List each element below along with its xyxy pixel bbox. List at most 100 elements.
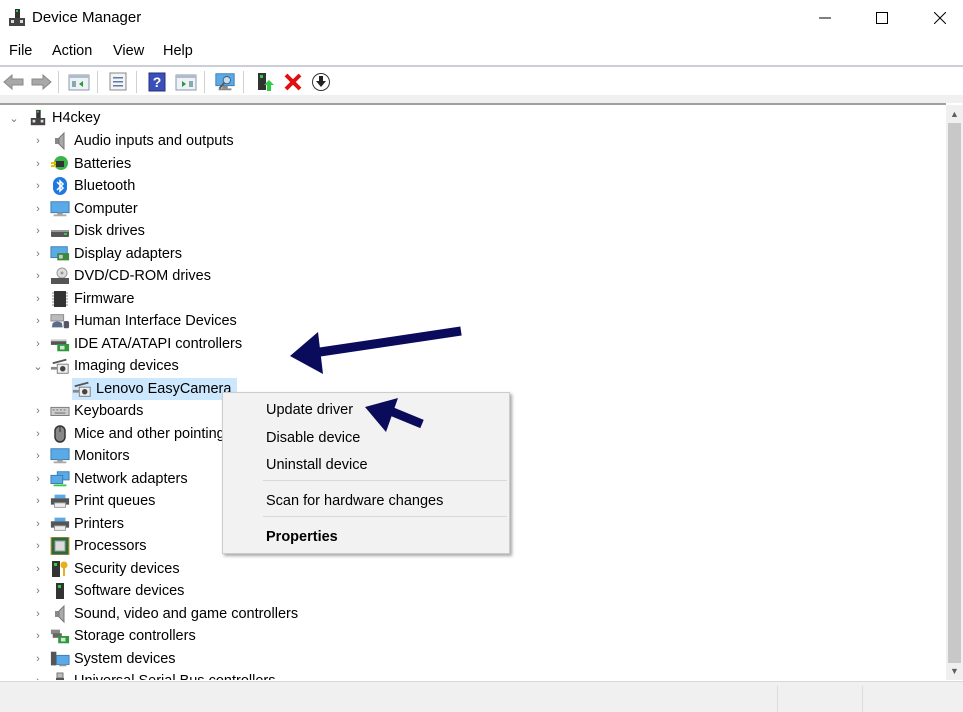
- properties-icon[interactable]: [107, 71, 129, 93]
- tree-category-network-adapters[interactable]: › Network adapters: [32, 468, 188, 490]
- chevron-right-icon[interactable]: ›: [32, 428, 44, 440]
- tree-category-monitors[interactable]: › Monitors: [32, 445, 129, 467]
- tree-category-disk-drives[interactable]: › Disk drives: [32, 220, 145, 242]
- speaker-icon: [50, 132, 70, 150]
- menu-item-disable-device[interactable]: Disable device: [266, 430, 360, 446]
- tree-category-imaging-devices[interactable]: ⌄ Imaging devices: [32, 355, 179, 377]
- chevron-right-icon[interactable]: ›: [32, 608, 44, 620]
- update-driver-icon[interactable]: [254, 71, 276, 93]
- tree-category-label: Computer: [74, 200, 138, 217]
- printer-icon: [50, 515, 70, 533]
- tree-category-keyboards[interactable]: › Keyboards: [32, 400, 143, 422]
- chevron-right-icon[interactable]: ›: [32, 248, 44, 260]
- tree-category-display-adapters[interactable]: › Display adapters: [32, 243, 182, 265]
- tree-category-dvd-cd-rom-drives[interactable]: › DVD/CD-ROM drives: [32, 265, 211, 287]
- menu-action[interactable]: Action: [52, 43, 92, 59]
- scroll-up-arrow[interactable]: ▲: [946, 106, 963, 122]
- chip-icon: [50, 290, 70, 308]
- tree-root[interactable]: ⌄ H4ckey: [8, 107, 100, 129]
- tree-category-software-devices[interactable]: › Software devices: [32, 580, 184, 602]
- tree-category-label: Processors: [74, 538, 147, 554]
- tree-category-firmware[interactable]: › Firmware: [32, 288, 134, 310]
- chevron-right-icon[interactable]: ›: [32, 585, 44, 597]
- tree-device-lenovo-easycamera[interactable]: Lenovo EasyCamera: [72, 377, 238, 400]
- tree-category-label: Network adapters: [74, 470, 188, 487]
- speaker-icon: [50, 604, 70, 623]
- camera-icon: [72, 380, 92, 398]
- display-adapter-icon: [50, 245, 70, 263]
- menu-help[interactable]: Help: [163, 43, 193, 59]
- tree-category-audio-inputs-and-outputs[interactable]: › Audio inputs and outputs: [32, 130, 234, 152]
- tree-category-ide-ata-atapi-controllers[interactable]: › IDE ATA/ATAPI controllers: [32, 333, 242, 355]
- tree-device-label: Lenovo EasyCamera: [96, 380, 232, 397]
- forward-icon[interactable]: [30, 71, 52, 93]
- tree-category-label: System devices: [74, 650, 176, 667]
- chevron-right-icon[interactable]: ›: [32, 405, 44, 417]
- tree-category-print-queues[interactable]: › Print queues: [32, 490, 155, 512]
- tree-category-label: Storage controllers: [74, 628, 196, 644]
- menu-item-uninstall-device[interactable]: Uninstall device: [266, 457, 368, 473]
- chevron-right-icon[interactable]: ›: [32, 518, 44, 530]
- chevron-down-icon[interactable]: ⌄: [32, 360, 44, 373]
- tree-category-processors[interactable]: › Processors: [32, 535, 147, 557]
- tree-category-printers[interactable]: › Printers: [32, 513, 124, 535]
- chevron-right-icon[interactable]: ›: [32, 158, 44, 170]
- menu-item-update-driver[interactable]: Update driver: [266, 402, 353, 418]
- tree-category-label: Human Interface Devices: [74, 313, 237, 329]
- chevron-right-icon[interactable]: ›: [32, 473, 44, 485]
- download-icon[interactable]: [310, 71, 332, 93]
- scan-hardware-icon[interactable]: [214, 71, 236, 93]
- menu-item-scan-hardware[interactable]: Scan for hardware changes: [266, 493, 443, 509]
- tree-category-label: Bluetooth: [74, 178, 136, 194]
- chevron-right-icon[interactable]: ›: [32, 563, 44, 575]
- chevron-right-icon[interactable]: ›: [32, 315, 44, 327]
- back-icon[interactable]: [3, 71, 25, 93]
- software-icon: [50, 582, 70, 600]
- menu-file[interactable]: File: [9, 43, 32, 59]
- mouse-icon: [50, 424, 70, 443]
- close-button[interactable]: [911, 0, 963, 36]
- chevron-right-icon[interactable]: ›: [32, 675, 44, 680]
- menu-item-properties[interactable]: Properties: [266, 529, 338, 545]
- chevron-right-icon[interactable]: ›: [32, 270, 44, 282]
- tree-category-security-devices[interactable]: › Security devices: [32, 558, 180, 580]
- battery-icon: [50, 155, 70, 173]
- help-icon[interactable]: ?: [146, 71, 168, 93]
- tree-category-label: Disk drives: [74, 223, 145, 239]
- show-action-pane-icon[interactable]: [175, 71, 197, 93]
- menu-view[interactable]: View: [113, 43, 144, 59]
- device-manager-app-icon: [8, 8, 26, 28]
- chevron-right-icon[interactable]: ›: [32, 653, 44, 665]
- tree-category-human-interface-devices[interactable]: › Human Interface Devices: [32, 310, 237, 332]
- tree-category-label: Imaging devices: [74, 358, 179, 374]
- chevron-right-icon[interactable]: ›: [32, 225, 44, 237]
- vertical-scrollbar[interactable]: ▲ ▼: [946, 105, 963, 680]
- chevron-right-icon[interactable]: ›: [32, 540, 44, 552]
- tree-category-sound-video-and-game-controllers[interactable]: › Sound, video and game controllers: [32, 603, 298, 625]
- chevron-right-icon[interactable]: ›: [32, 203, 44, 215]
- tree-category-universal-serial-bus-controllers[interactable]: › Universal Serial Bus controllers: [32, 670, 275, 680]
- chevron-right-icon[interactable]: ›: [32, 180, 44, 192]
- show-hide-console-tree-icon[interactable]: [68, 71, 90, 93]
- tree-category-batteries[interactable]: › Batteries: [32, 153, 131, 175]
- uninstall-device-icon[interactable]: [282, 71, 304, 93]
- scrollbar-thumb[interactable]: [948, 123, 961, 663]
- tree-category-bluetooth[interactable]: › Bluetooth: [32, 175, 135, 197]
- dvd-icon: [50, 267, 70, 285]
- chevron-right-icon[interactable]: ›: [32, 338, 44, 350]
- scroll-down-arrow[interactable]: ▼: [946, 663, 963, 679]
- chevron-right-icon[interactable]: ›: [32, 495, 44, 507]
- tree-category-storage-controllers[interactable]: › Storage controllers: [32, 625, 196, 647]
- maximize-button[interactable]: [853, 0, 911, 36]
- minimize-button[interactable]: [796, 0, 854, 36]
- title-bar: Device Manager: [0, 0, 963, 36]
- chevron-right-icon[interactable]: ›: [32, 450, 44, 462]
- tree-category-computer[interactable]: › Computer: [32, 198, 138, 220]
- chevron-right-icon[interactable]: ›: [32, 135, 44, 147]
- hid-icon: [50, 312, 70, 330]
- tree-category-label: Print queues: [74, 493, 156, 509]
- tree-category-system-devices[interactable]: › System devices: [32, 648, 176, 670]
- chevron-right-icon[interactable]: ›: [32, 293, 44, 305]
- chevron-right-icon[interactable]: ›: [32, 630, 44, 642]
- chevron-down-icon[interactable]: ⌄: [8, 112, 20, 125]
